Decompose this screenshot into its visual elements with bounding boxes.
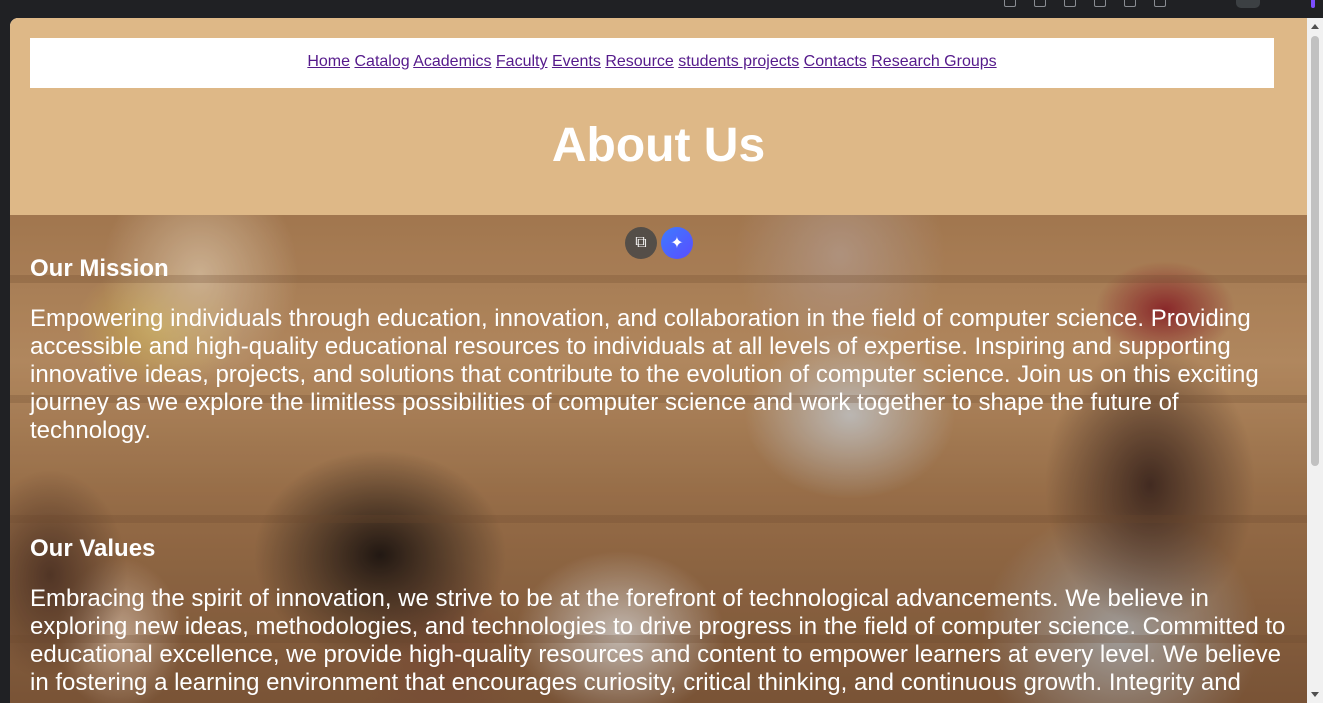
- scroll-down-icon[interactable]: [1311, 692, 1319, 697]
- page-title: About Us: [551, 119, 766, 172]
- nav-link-research-groups[interactable]: Research Groups: [871, 53, 996, 70]
- ai-sparkle-icon[interactable]: ✦: [661, 227, 693, 259]
- mission-text: Empowering individuals through education…: [30, 305, 1259, 444]
- nav-link-catalog[interactable]: Catalog: [354, 53, 409, 70]
- nav-link-faculty[interactable]: Faculty: [496, 53, 548, 70]
- toolbar-icon[interactable]: [1154, 0, 1166, 7]
- nav-link-academics[interactable]: Academics: [413, 53, 491, 70]
- toolbar-icon[interactable]: [1064, 0, 1076, 7]
- toolbar-icon[interactable]: [1004, 0, 1016, 7]
- profile-indicator[interactable]: [1311, 0, 1315, 8]
- main-navigation: Home Catalog Academics Faculty Events Re…: [30, 38, 1274, 88]
- image-tools-overlay: ⧉ ✦: [625, 227, 693, 259]
- vertical-scrollbar[interactable]: [1307, 18, 1323, 703]
- toolbar-icon[interactable]: [1034, 0, 1046, 7]
- visual-search-icon[interactable]: ⧉: [625, 227, 657, 259]
- nav-link-events[interactable]: Events: [552, 53, 601, 70]
- browser-top-bar: [0, 0, 1323, 16]
- nav-link-home[interactable]: Home: [307, 53, 350, 70]
- nav-link-contacts[interactable]: Contacts: [804, 53, 867, 70]
- extensions-button[interactable]: [1236, 0, 1260, 8]
- scrollbar-thumb[interactable]: [1311, 36, 1319, 466]
- toolbar-icon[interactable]: [1094, 0, 1106, 7]
- values-heading: Our Values: [30, 535, 156, 562]
- toolbar-icon[interactable]: [1124, 0, 1136, 7]
- nav-link-resource[interactable]: Resource: [605, 53, 673, 70]
- about-content-section: ⧉ ✦ Our Mission Empowering individuals t…: [10, 215, 1307, 703]
- nav-link-students-projects[interactable]: students projects: [678, 53, 799, 70]
- scroll-up-icon[interactable]: [1311, 24, 1319, 29]
- about-content: Our Mission Empowering individuals throu…: [30, 253, 1290, 697]
- values-text: Embracing the spirit of innovation, we s…: [30, 585, 1286, 696]
- hero-header: Home Catalog Academics Faculty Events Re…: [10, 18, 1307, 215]
- page-viewport: Home Catalog Academics Faculty Events Re…: [10, 18, 1307, 703]
